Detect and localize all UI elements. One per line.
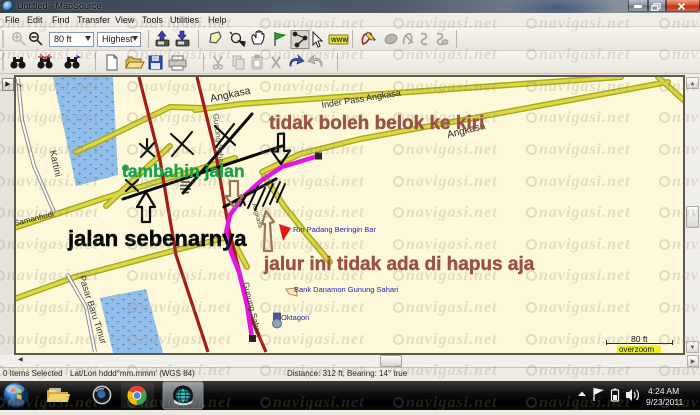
svg-text:tambahin jalan: tambahin jalan — [122, 161, 245, 181]
svg-text:Bank Danamon Gunung Sahari: Bank Danamon Gunung Sahari — [294, 285, 399, 294]
svg-text:jalur ini tidak ada di hapus a: jalur ini tidak ada di hapus aja — [263, 254, 535, 275]
svg-text:tidak boleh belok ke kiri: tidak boleh belok ke kiri — [269, 113, 484, 134]
svg-text:80 ft: 80 ft — [631, 334, 648, 344]
svg-text:jalan sebenarnya: jalan sebenarnya — [67, 226, 247, 251]
svg-text:overzoom: overzoom — [619, 345, 654, 353]
svg-text:WWW: WWW — [331, 38, 348, 44]
svg-text:Rm Padang Beringin Bar: Rm Padang Beringin Bar — [293, 225, 376, 234]
svg-text:Oktagon: Oktagon — [281, 313, 309, 322]
